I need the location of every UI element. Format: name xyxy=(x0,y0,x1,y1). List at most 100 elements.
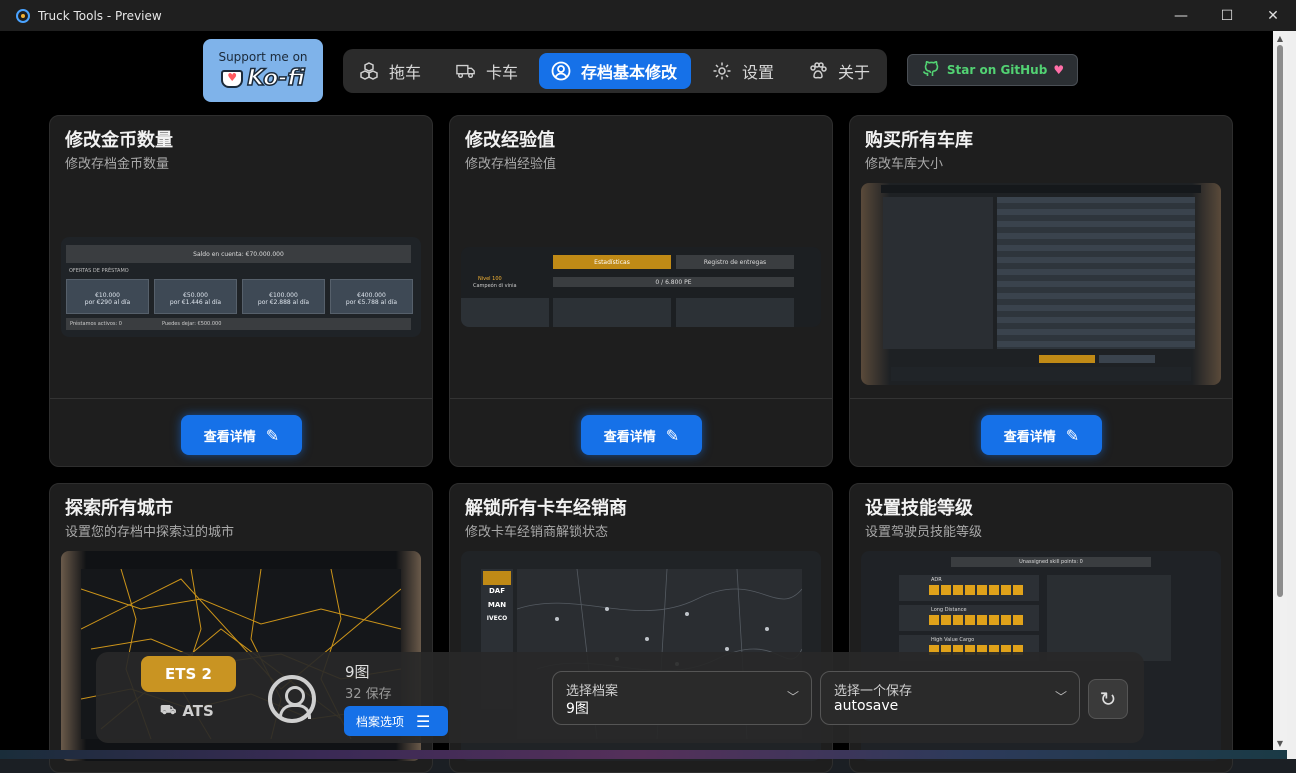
xp-level: Nivel 100 xyxy=(478,276,502,282)
money-loan-section: OFERTAS DE PRÉSTAMO xyxy=(69,268,129,274)
loan-status-bar: Préstamos activos: 0 Puedes dejar: €500.… xyxy=(66,318,411,330)
garage-table xyxy=(997,197,1195,349)
scroll-down-icon[interactable]: ▼ xyxy=(1273,736,1287,750)
profile-name: 9图 xyxy=(345,663,370,681)
active-loans-text: Préstamos activos: 0 xyxy=(70,321,122,327)
skill-level-bar xyxy=(929,615,1025,625)
truck-small-icon: ⛟ xyxy=(160,702,177,718)
save-select-value: autosave xyxy=(834,698,899,714)
skill-name: ADR xyxy=(931,577,942,583)
dealer-brand: MAN xyxy=(487,601,507,609)
details-button-label: 查看详情 xyxy=(603,429,656,445)
card-money: 修改金币数量 修改存档金币数量 Saldo en cuenta: €70.000… xyxy=(49,115,433,467)
refresh-icon: ↻ xyxy=(1099,687,1117,711)
maximize-button[interactable]: ☐ xyxy=(1204,0,1250,31)
vertical-scrollbar[interactable]: ▲ ▼ xyxy=(1273,31,1287,750)
kofi-support-text: Support me on xyxy=(218,50,308,64)
card-garages: 购买所有车库 修改车库大小 查看详情 ✎ xyxy=(849,115,1233,467)
dealer-brand: DAF xyxy=(488,587,505,595)
menu-icon: ☰ xyxy=(416,711,431,731)
card-divider xyxy=(450,398,832,399)
loan-amount: €100.000 xyxy=(269,292,298,299)
minimize-button[interactable]: — xyxy=(1158,0,1204,31)
profile-options-label: 档案选项 xyxy=(356,714,405,729)
refresh-button[interactable]: ↻ xyxy=(1088,679,1128,719)
gear-icon xyxy=(712,61,732,81)
skill-row: ADR xyxy=(899,575,1039,601)
loan-tile: €400.000 por €5.788 al día xyxy=(330,279,413,314)
pencil-icon: ✎ xyxy=(665,425,680,445)
card-experience-screenshot: Estadísticas Registro de entregas Nivel … xyxy=(461,247,821,327)
profile-options-button[interactable]: 档案选项 ☰ xyxy=(344,706,448,736)
money-balance-label: Saldo en cuenta: €70.000.000 xyxy=(66,245,411,263)
title-bar: Truck Tools - Preview — ☐ ✕ xyxy=(0,0,1296,31)
cubes-icon xyxy=(359,61,379,81)
details-button-label: 查看详情 xyxy=(1003,429,1056,445)
card-money-subtitle: 修改存档金币数量 xyxy=(65,157,170,172)
kofi-support-button[interactable]: Support me on Ko-fi xyxy=(203,39,323,102)
xp-panel xyxy=(553,298,671,327)
xp-tab-stats: Estadísticas xyxy=(553,255,671,269)
skill-name: High Value Cargo xyxy=(931,637,975,643)
loan-amount: €10.000 xyxy=(95,292,120,299)
xp-progress: 0 / 6.800 PE xyxy=(553,277,794,287)
card-skills-subtitle: 设置驾驶员技能等级 xyxy=(865,525,983,540)
tab-settings[interactable]: 设置 xyxy=(712,53,782,89)
window-controls: — ☐ ✕ xyxy=(1158,0,1296,31)
paw-icon xyxy=(808,61,828,81)
garage-action-gold xyxy=(1039,355,1095,363)
scrollbar-thumb[interactable] xyxy=(1277,45,1283,597)
garage-action xyxy=(1099,355,1155,363)
game-ats-button[interactable]: ⛟ ATS xyxy=(160,702,214,720)
truck-icon xyxy=(456,61,476,81)
tab-trailers-label: 拖车 xyxy=(389,63,422,82)
xp-tab-log: Registro de entregas xyxy=(676,255,794,269)
tab-about[interactable]: 关于 xyxy=(808,53,878,89)
close-button[interactable]: ✕ xyxy=(1250,0,1296,31)
pencil-icon: ✎ xyxy=(1065,425,1080,445)
kofi-brand: Ko-fi xyxy=(221,65,305,92)
tab-save-edit[interactable]: 存档基本修改 xyxy=(539,53,691,89)
card-experience-title: 修改经验值 xyxy=(465,130,555,151)
github-star-label: Star on GitHub xyxy=(946,63,1048,77)
scroll-up-icon[interactable]: ▲ xyxy=(1273,31,1287,45)
chevron-down-icon: ﹀ xyxy=(1054,690,1067,704)
save-select[interactable]: 选择一个保存 autosave ﹀ xyxy=(820,671,1080,725)
loan-tile: €100.000 por €2.888 al día xyxy=(242,279,325,314)
profile-avatar-icon xyxy=(268,675,316,723)
card-garages-subtitle: 修改车库大小 xyxy=(865,157,944,172)
dealer-brand: IVECO xyxy=(486,615,508,622)
loan-rate: por €1.446 al día xyxy=(169,299,222,306)
card-experience: 修改经验值 修改存档经验值 Estadísticas Registro de e… xyxy=(449,115,833,467)
card-skills-title: 设置技能等级 xyxy=(865,498,973,519)
game-top-bar xyxy=(881,185,1201,193)
desktop-edge xyxy=(0,750,1287,759)
skill-description-panel xyxy=(1047,575,1171,661)
card-experience-subtitle: 修改存档经验值 xyxy=(465,157,557,172)
loan-tile: €50.000 por €1.446 al día xyxy=(154,279,237,314)
tab-trailers[interactable]: 拖车 xyxy=(359,53,429,89)
xp-rank: Campeón di vinia xyxy=(473,283,517,289)
profile-select-label: 选择档案 xyxy=(566,684,619,699)
save-select-label: 选择一个保存 xyxy=(834,684,913,699)
skill-level-bar xyxy=(929,585,1025,595)
card-cities-subtitle: 设置您的存档中探索过的城市 xyxy=(65,525,235,540)
github-icon xyxy=(921,60,939,81)
tab-about-label: 关于 xyxy=(838,63,871,82)
card-experience-details-button[interactable]: 查看详情 ✎ xyxy=(581,415,702,455)
xp-panel xyxy=(461,298,549,327)
tab-settings-label: 设置 xyxy=(742,63,775,82)
card-dealers-title: 解锁所有卡车经销商 xyxy=(465,498,627,519)
game-bottom-bar xyxy=(891,367,1191,381)
tab-trucks-label: 卡车 xyxy=(486,63,519,82)
tab-trucks[interactable]: 卡车 xyxy=(456,53,526,89)
game-ats-label: ATS xyxy=(182,702,214,720)
card-dealers-subtitle: 修改卡车经销商解锁状态 xyxy=(465,525,609,540)
card-money-details-button[interactable]: 查看详情 ✎ xyxy=(181,415,302,455)
profile-select[interactable]: 选择档案 9图 ﹀ xyxy=(552,671,812,725)
card-garages-details-button[interactable]: 查看详情 ✎ xyxy=(981,415,1102,455)
github-star-button[interactable]: Star on GitHub ♥ xyxy=(907,54,1078,86)
game-ets2-button[interactable]: ETS 2 xyxy=(141,656,236,692)
loan-amount: €50.000 xyxy=(183,292,208,299)
chevron-down-icon: ﹀ xyxy=(786,690,799,704)
